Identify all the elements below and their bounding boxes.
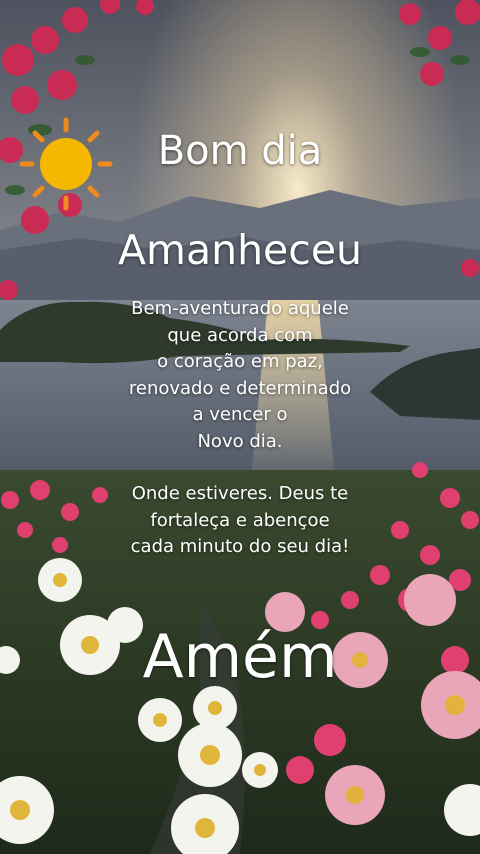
headline: Amanheceu — [117, 226, 363, 274]
message-line: Onde estiveres. Deus te — [131, 483, 349, 504]
message-line: Novo dia. — [197, 430, 283, 452]
message-line: cada minuto do seu dia! — [130, 536, 350, 557]
closing-word: Amém — [142, 622, 338, 692]
blessing-message: Bem-aventurado aquele que acorda com o c… — [0, 296, 480, 561]
message-line: a vencer o — [192, 404, 288, 425]
greeting-title: Bom dia — [157, 128, 323, 174]
message-line: o coração em paz, — [157, 351, 323, 372]
message-line: Bem-aventurado aquele — [131, 298, 349, 319]
message-line: que acorda com — [167, 324, 313, 346]
message-line: renovado e determinado — [128, 377, 352, 399]
message-line: fortaleça e abençoe — [150, 509, 330, 531]
